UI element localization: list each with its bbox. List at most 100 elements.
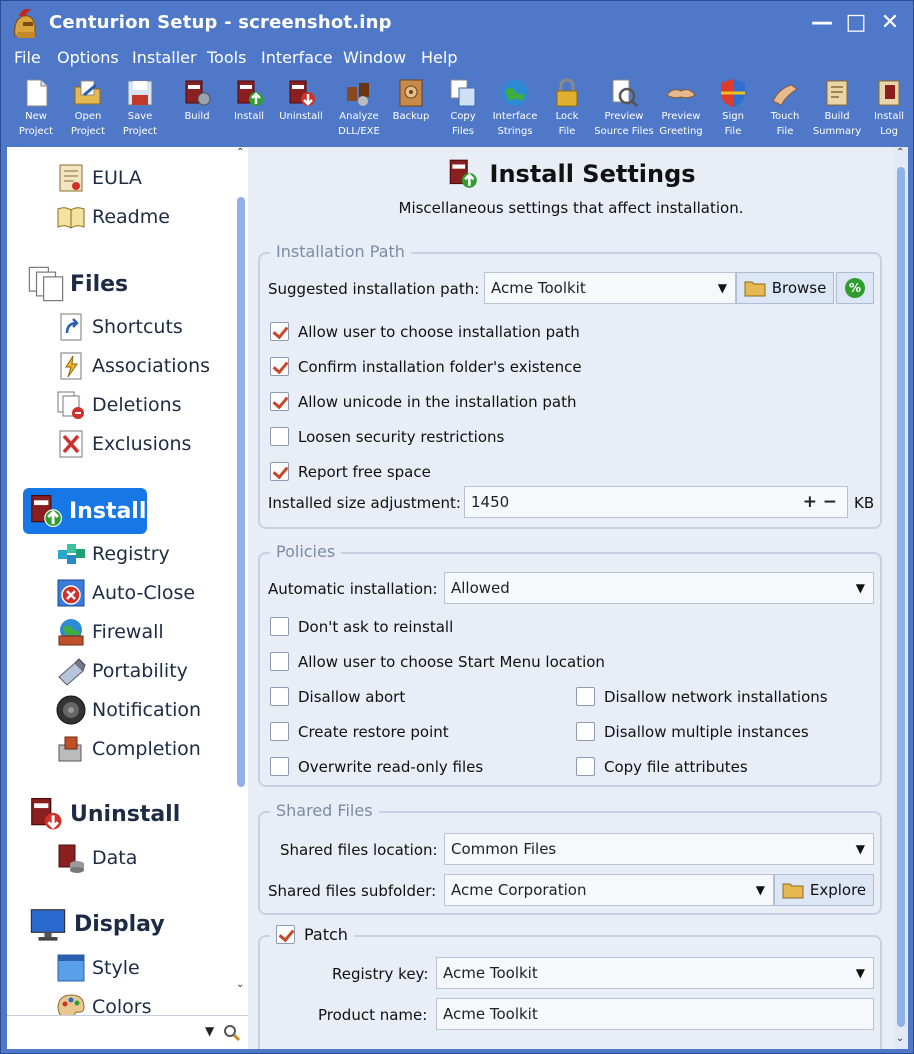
- explore-button[interactable]: Explore: [774, 874, 874, 906]
- checkbox[interactable]: [270, 357, 289, 376]
- sidebar-item-firewall[interactable]: Firewall: [55, 617, 164, 647]
- sidebar-item-registry[interactable]: Registry: [55, 539, 170, 569]
- sidebar-item-associations[interactable]: Associations: [55, 351, 210, 381]
- search-icon[interactable]: [223, 1024, 241, 1042]
- checkbox[interactable]: [270, 757, 289, 776]
- sidebar-item-deletions[interactable]: Deletions: [55, 390, 182, 420]
- toolbar-label: Project: [18, 126, 54, 137]
- option-disallow-network[interactable]: Disallow network installations: [576, 687, 828, 706]
- browse-button[interactable]: Browse: [736, 272, 834, 304]
- main-scroll-thumb[interactable]: [897, 167, 905, 1027]
- main-scrollbar[interactable]: ⌃ ⌄: [894, 147, 908, 1049]
- minus-icon[interactable]: −: [823, 487, 837, 517]
- sidebar-item-style[interactable]: Style: [55, 953, 140, 983]
- checkbox[interactable]: [270, 322, 289, 341]
- new-project-button[interactable]: New Project: [10, 77, 62, 145]
- sidebar-category-display[interactable]: Display: [27, 905, 165, 943]
- option-disallow-abort[interactable]: Disallow abort: [270, 687, 405, 706]
- option-overwrite-readonly[interactable]: Overwrite read-only files: [270, 757, 483, 776]
- menu-options[interactable]: Options: [57, 48, 119, 67]
- checkbox[interactable]: [270, 722, 289, 741]
- build-summary-button[interactable]: Build Summary: [811, 77, 863, 145]
- interface-strings-button[interactable]: Interface Strings: [489, 77, 541, 145]
- scroll-up-arrow-icon[interactable]: ⌃: [236, 147, 244, 158]
- option-choose-start-menu[interactable]: Allow user to choose Start Menu location: [270, 652, 605, 671]
- preview-greeting-button[interactable]: Preview Greeting: [655, 77, 707, 145]
- plus-icon[interactable]: +: [803, 487, 817, 517]
- option-allow-choose-path[interactable]: Allow user to choose installation path: [270, 322, 580, 341]
- install-log-button[interactable]: Install Log: [863, 77, 914, 145]
- shared-subfolder-dropdown[interactable]: Acme Corporation ▼: [444, 874, 774, 906]
- sidebar-item-auto-close[interactable]: Auto-Close: [55, 578, 195, 608]
- touch-file-button[interactable]: Touch File: [759, 77, 811, 145]
- suggested-path-dropdown[interactable]: Acme Toolkit ▼: [484, 272, 736, 304]
- sidebar-scroll-thumb[interactable]: [237, 197, 245, 787]
- analyze-button[interactable]: Analyze DLL/EXE: [333, 77, 385, 145]
- checkbox[interactable]: [270, 652, 289, 671]
- sidebar-item-completion[interactable]: Completion: [55, 734, 201, 764]
- sign-file-button[interactable]: Sign File: [707, 77, 759, 145]
- registry-key-dropdown[interactable]: Acme Toolkit ▼: [436, 957, 874, 989]
- copy-files-button[interactable]: Copy Files: [437, 77, 489, 145]
- sidebar-category-uninstall[interactable]: Uninstall: [27, 795, 180, 833]
- lock-icon: [556, 78, 578, 107]
- checkbox[interactable]: [576, 757, 595, 776]
- lock-file-button[interactable]: Lock File: [541, 77, 593, 145]
- menu-file[interactable]: File: [14, 48, 41, 67]
- sidebar-item-portability[interactable]: Portability: [55, 656, 188, 686]
- product-name-input[interactable]: Acme Toolkit: [436, 998, 874, 1030]
- sidebar-category-files[interactable]: Files: [27, 265, 128, 303]
- sidebar-item-data[interactable]: Data: [55, 843, 137, 873]
- checkbox[interactable]: [576, 687, 595, 706]
- sidebar-scrollbar[interactable]: ⌃ ⌄: [234, 147, 248, 1015]
- checkbox[interactable]: [576, 722, 595, 741]
- minimize-button[interactable]: —: [807, 9, 837, 37]
- checkbox[interactable]: [270, 617, 289, 636]
- preview-source-files-button[interactable]: Preview Source Files: [593, 77, 655, 145]
- percent-variable-button[interactable]: %: [836, 272, 874, 304]
- checkbox[interactable]: [276, 925, 295, 944]
- option-loosen-security[interactable]: Loosen security restrictions: [270, 427, 504, 446]
- chevron-down-icon[interactable]: ▼: [205, 1024, 214, 1038]
- sidebar-item-readme[interactable]: Readme: [55, 202, 170, 232]
- option-allow-unicode[interactable]: Allow unicode in the installation path: [270, 392, 576, 411]
- size-adjustment-stepper[interactable]: 1450 + −: [464, 486, 848, 518]
- menu-installer[interactable]: Installer: [132, 48, 197, 67]
- sidebar-item-colors[interactable]: Colors: [55, 992, 152, 1015]
- option-copy-attributes[interactable]: Copy file attributes: [576, 757, 748, 776]
- sidebar-item-eula[interactable]: EULA: [55, 163, 142, 193]
- backup-button[interactable]: Backup: [385, 77, 437, 145]
- option-create-restore-point[interactable]: Create restore point: [270, 722, 449, 741]
- checkbox[interactable]: [270, 392, 289, 411]
- sidebar-search[interactable]: ▼: [7, 1015, 248, 1049]
- sidebar-item-notification[interactable]: Notification: [55, 695, 201, 725]
- build-button[interactable]: Build: [171, 77, 223, 145]
- maximize-button[interactable]: □: [841, 9, 871, 37]
- option-report-free-space[interactable]: Report free space: [270, 462, 431, 481]
- shared-location-dropdown[interactable]: Common Files ▼: [444, 833, 874, 865]
- checkbox[interactable]: [270, 427, 289, 446]
- patch-toggle[interactable]: Patch: [270, 925, 354, 944]
- scroll-up-arrow-icon[interactable]: ⌃: [896, 147, 904, 158]
- close-button[interactable]: ✕: [875, 9, 905, 37]
- checkbox[interactable]: [270, 687, 289, 706]
- menu-interface[interactable]: Interface: [261, 48, 333, 67]
- sidebar-item-shortcuts[interactable]: Shortcuts: [55, 312, 183, 342]
- uninstall-button[interactable]: Uninstall: [275, 77, 327, 145]
- option-confirm-folder[interactable]: Confirm installation folder's existence: [270, 357, 582, 376]
- save-project-button[interactable]: Save Project: [114, 77, 166, 145]
- sidebar-category-install[interactable]: Install: [23, 488, 147, 534]
- scroll-down-arrow-icon[interactable]: ⌄: [896, 1033, 904, 1044]
- menu-tools[interactable]: Tools: [207, 48, 246, 67]
- option-dont-ask-reinstall[interactable]: Don't ask to reinstall: [270, 617, 453, 636]
- menu-window[interactable]: Window: [343, 48, 406, 67]
- checkbox[interactable]: [270, 462, 289, 481]
- menu-help[interactable]: Help: [421, 48, 457, 67]
- option-disallow-multiple[interactable]: Disallow multiple instances: [576, 722, 809, 741]
- open-project-button[interactable]: Open Project: [62, 77, 114, 145]
- scroll-down-arrow-icon[interactable]: ⌄: [236, 979, 244, 990]
- install-button[interactable]: Install: [223, 77, 275, 145]
- sidebar-item-exclusions[interactable]: Exclusions: [55, 429, 191, 459]
- automatic-installation-dropdown[interactable]: Allowed ▼: [444, 572, 874, 604]
- sidebar-item-label: Shortcuts: [92, 316, 183, 338]
